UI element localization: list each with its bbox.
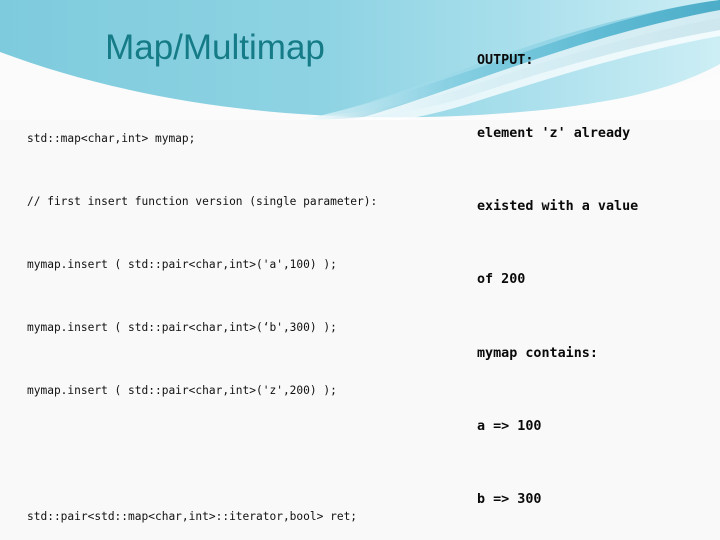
page-title: Map/Multimap [105, 28, 325, 67]
output-line: OUTPUT: [477, 52, 534, 68]
output-line: a => 100 [477, 418, 542, 434]
output-line: b => 300 [477, 492, 542, 508]
slide: Map/Multimap std::map<char,int> mymap; /… [0, 0, 720, 540]
output-line: mymap contains: [477, 345, 598, 361]
output-listing: OUTPUT: element 'z' already existed with… [477, 0, 720, 540]
output-line: element 'z' already [477, 126, 631, 142]
output-line: existed with a value [477, 199, 639, 215]
output-line: of 200 [477, 272, 526, 288]
